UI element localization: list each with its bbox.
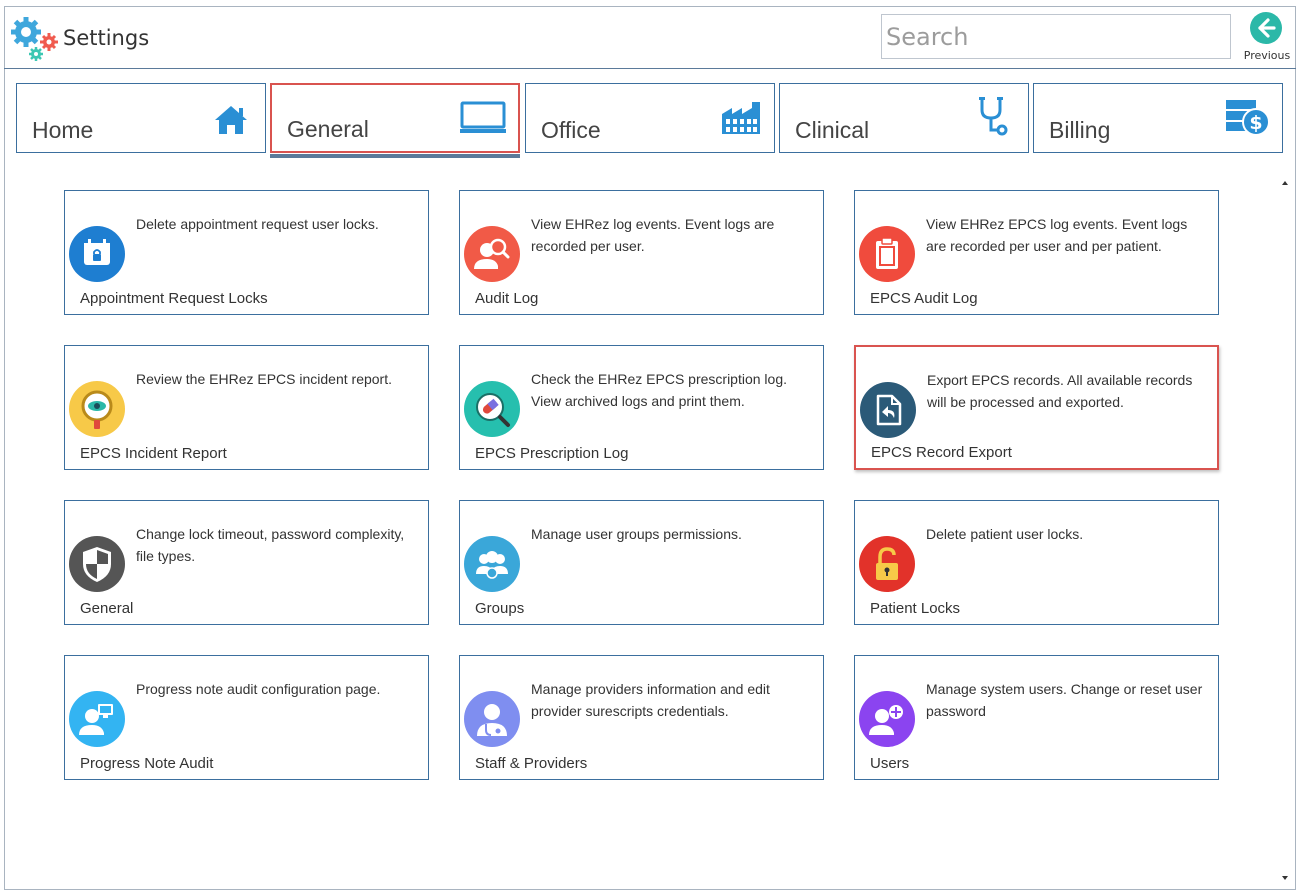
settings-tile-epcs-record-export[interactable]: Export EPCS records. All available recor…	[854, 345, 1219, 470]
tile-title: Audit Log	[475, 290, 539, 307]
tab-label: Billing	[1049, 117, 1111, 143]
settings-gears-icon	[11, 17, 58, 61]
tab-label: Office	[541, 117, 601, 143]
settings-tile-staff-providers[interactable]: Manage providers information and edit pr…	[459, 655, 824, 780]
clipboard-icon	[859, 226, 915, 282]
svg-text:$: $	[1249, 112, 1262, 134]
tile-description: Delete appointment request user locks.	[136, 216, 379, 232]
tab-office[interactable]: Office	[525, 83, 775, 153]
house-icon	[215, 106, 247, 134]
calendar-lock-icon	[69, 226, 125, 282]
settings-tile-audit-log[interactable]: View EHRez log events. Event logs are re…	[459, 190, 824, 315]
previous-label: Previous	[1243, 49, 1291, 62]
tile-title: EPCS Prescription Log	[475, 445, 629, 462]
scroll-up-icon[interactable]	[1278, 176, 1292, 190]
previous-button[interactable]: Previous	[1241, 10, 1293, 66]
settings-tile-appointment-request-locks[interactable]: Delete appointment request user locks. Ap…	[64, 190, 429, 315]
tab-clinical[interactable]: Clinical	[779, 83, 1029, 153]
document-export-icon	[860, 382, 916, 438]
user-monitor-icon	[69, 691, 125, 747]
tile-description: View EHRez log events. Event logs are re…	[531, 216, 775, 254]
user-search-icon	[464, 226, 520, 282]
tab-label: Clinical	[795, 117, 870, 143]
pill-magnifier-icon	[464, 381, 520, 437]
monitor-icon	[460, 101, 506, 133]
selected-tab-indicator	[270, 154, 520, 158]
scroll-down-icon[interactable]	[1278, 871, 1292, 885]
settings-tile-users[interactable]: Manage system users. Change or reset use…	[854, 655, 1219, 780]
tile-description: Check the EHRez EPCS prescription log. V…	[531, 371, 787, 409]
settings-tile-general[interactable]: Change lock timeout, password complexity…	[64, 500, 429, 625]
tab-label: Home	[32, 117, 94, 143]
doctor-stethoscope-icon	[464, 691, 520, 747]
tile-description: Manage providers information and edit pr…	[531, 681, 770, 719]
user-add-icon	[859, 691, 915, 747]
billing-dollar-icon: $	[1226, 100, 1270, 136]
tile-title: Staff & Providers	[475, 755, 588, 772]
magnifier-eye-icon	[69, 381, 125, 437]
factory-icon	[722, 102, 760, 134]
tile-title: Patient Locks	[870, 600, 961, 617]
tile-title: EPCS Record Export	[871, 444, 1012, 461]
settings-tile-progress-note-audit[interactable]: Progress note audit configuration page. P…	[64, 655, 429, 780]
tile-description: View EHRez EPCS log events. Event logs a…	[926, 216, 1188, 254]
settings-tile-epcs-audit-log[interactable]: View EHRez EPCS log events. Event logs a…	[854, 190, 1219, 315]
shield-icon	[69, 536, 125, 592]
app-title: Settings	[63, 26, 150, 50]
tile-description: Progress note audit configuration page.	[136, 681, 381, 697]
settings-tile-epcs-prescription-log[interactable]: Check the EHRez EPCS prescription log. V…	[459, 345, 824, 470]
back-arrow-icon	[1250, 12, 1282, 44]
tab-home[interactable]: Home	[16, 83, 266, 153]
tile-title: Users	[870, 755, 910, 772]
tab-label: General	[287, 116, 369, 142]
tab-billing[interactable]: Billing $	[1033, 83, 1283, 153]
tile-title: Appointment Request Locks	[80, 290, 268, 307]
settings-tile-epcs-incident-report[interactable]: Review the EHRez EPCS incident report. EP…	[64, 345, 429, 470]
tile-description: Change lock timeout, password complexity…	[136, 526, 405, 564]
tab-general[interactable]: General	[270, 83, 520, 153]
tile-title: Progress Note Audit	[80, 755, 214, 772]
search-input[interactable]	[881, 14, 1231, 59]
padlock-open-icon	[859, 536, 915, 592]
tile-title: Groups	[475, 600, 525, 617]
tile-title: EPCS Incident Report	[80, 445, 227, 462]
tile-title: EPCS Audit Log	[870, 290, 978, 307]
tile-description: Delete patient user locks.	[926, 526, 1084, 542]
tile-description: Manage user groups permissions.	[531, 526, 742, 542]
tile-description: Review the EHRez EPCS incident report.	[136, 371, 392, 387]
settings-tile-groups[interactable]: Manage user groups permissions. Groups	[459, 500, 824, 625]
user-group-icon	[464, 536, 520, 592]
stethoscope-icon	[979, 97, 1008, 136]
settings-tile-patient-locks[interactable]: Delete patient user locks. Patient Locks	[854, 500, 1219, 625]
tile-description: Export EPCS records. All available recor…	[927, 372, 1193, 410]
tile-title: General	[80, 600, 134, 617]
tile-description: Manage system users. Change or reset use…	[926, 681, 1203, 719]
header-divider	[4, 68, 1296, 69]
